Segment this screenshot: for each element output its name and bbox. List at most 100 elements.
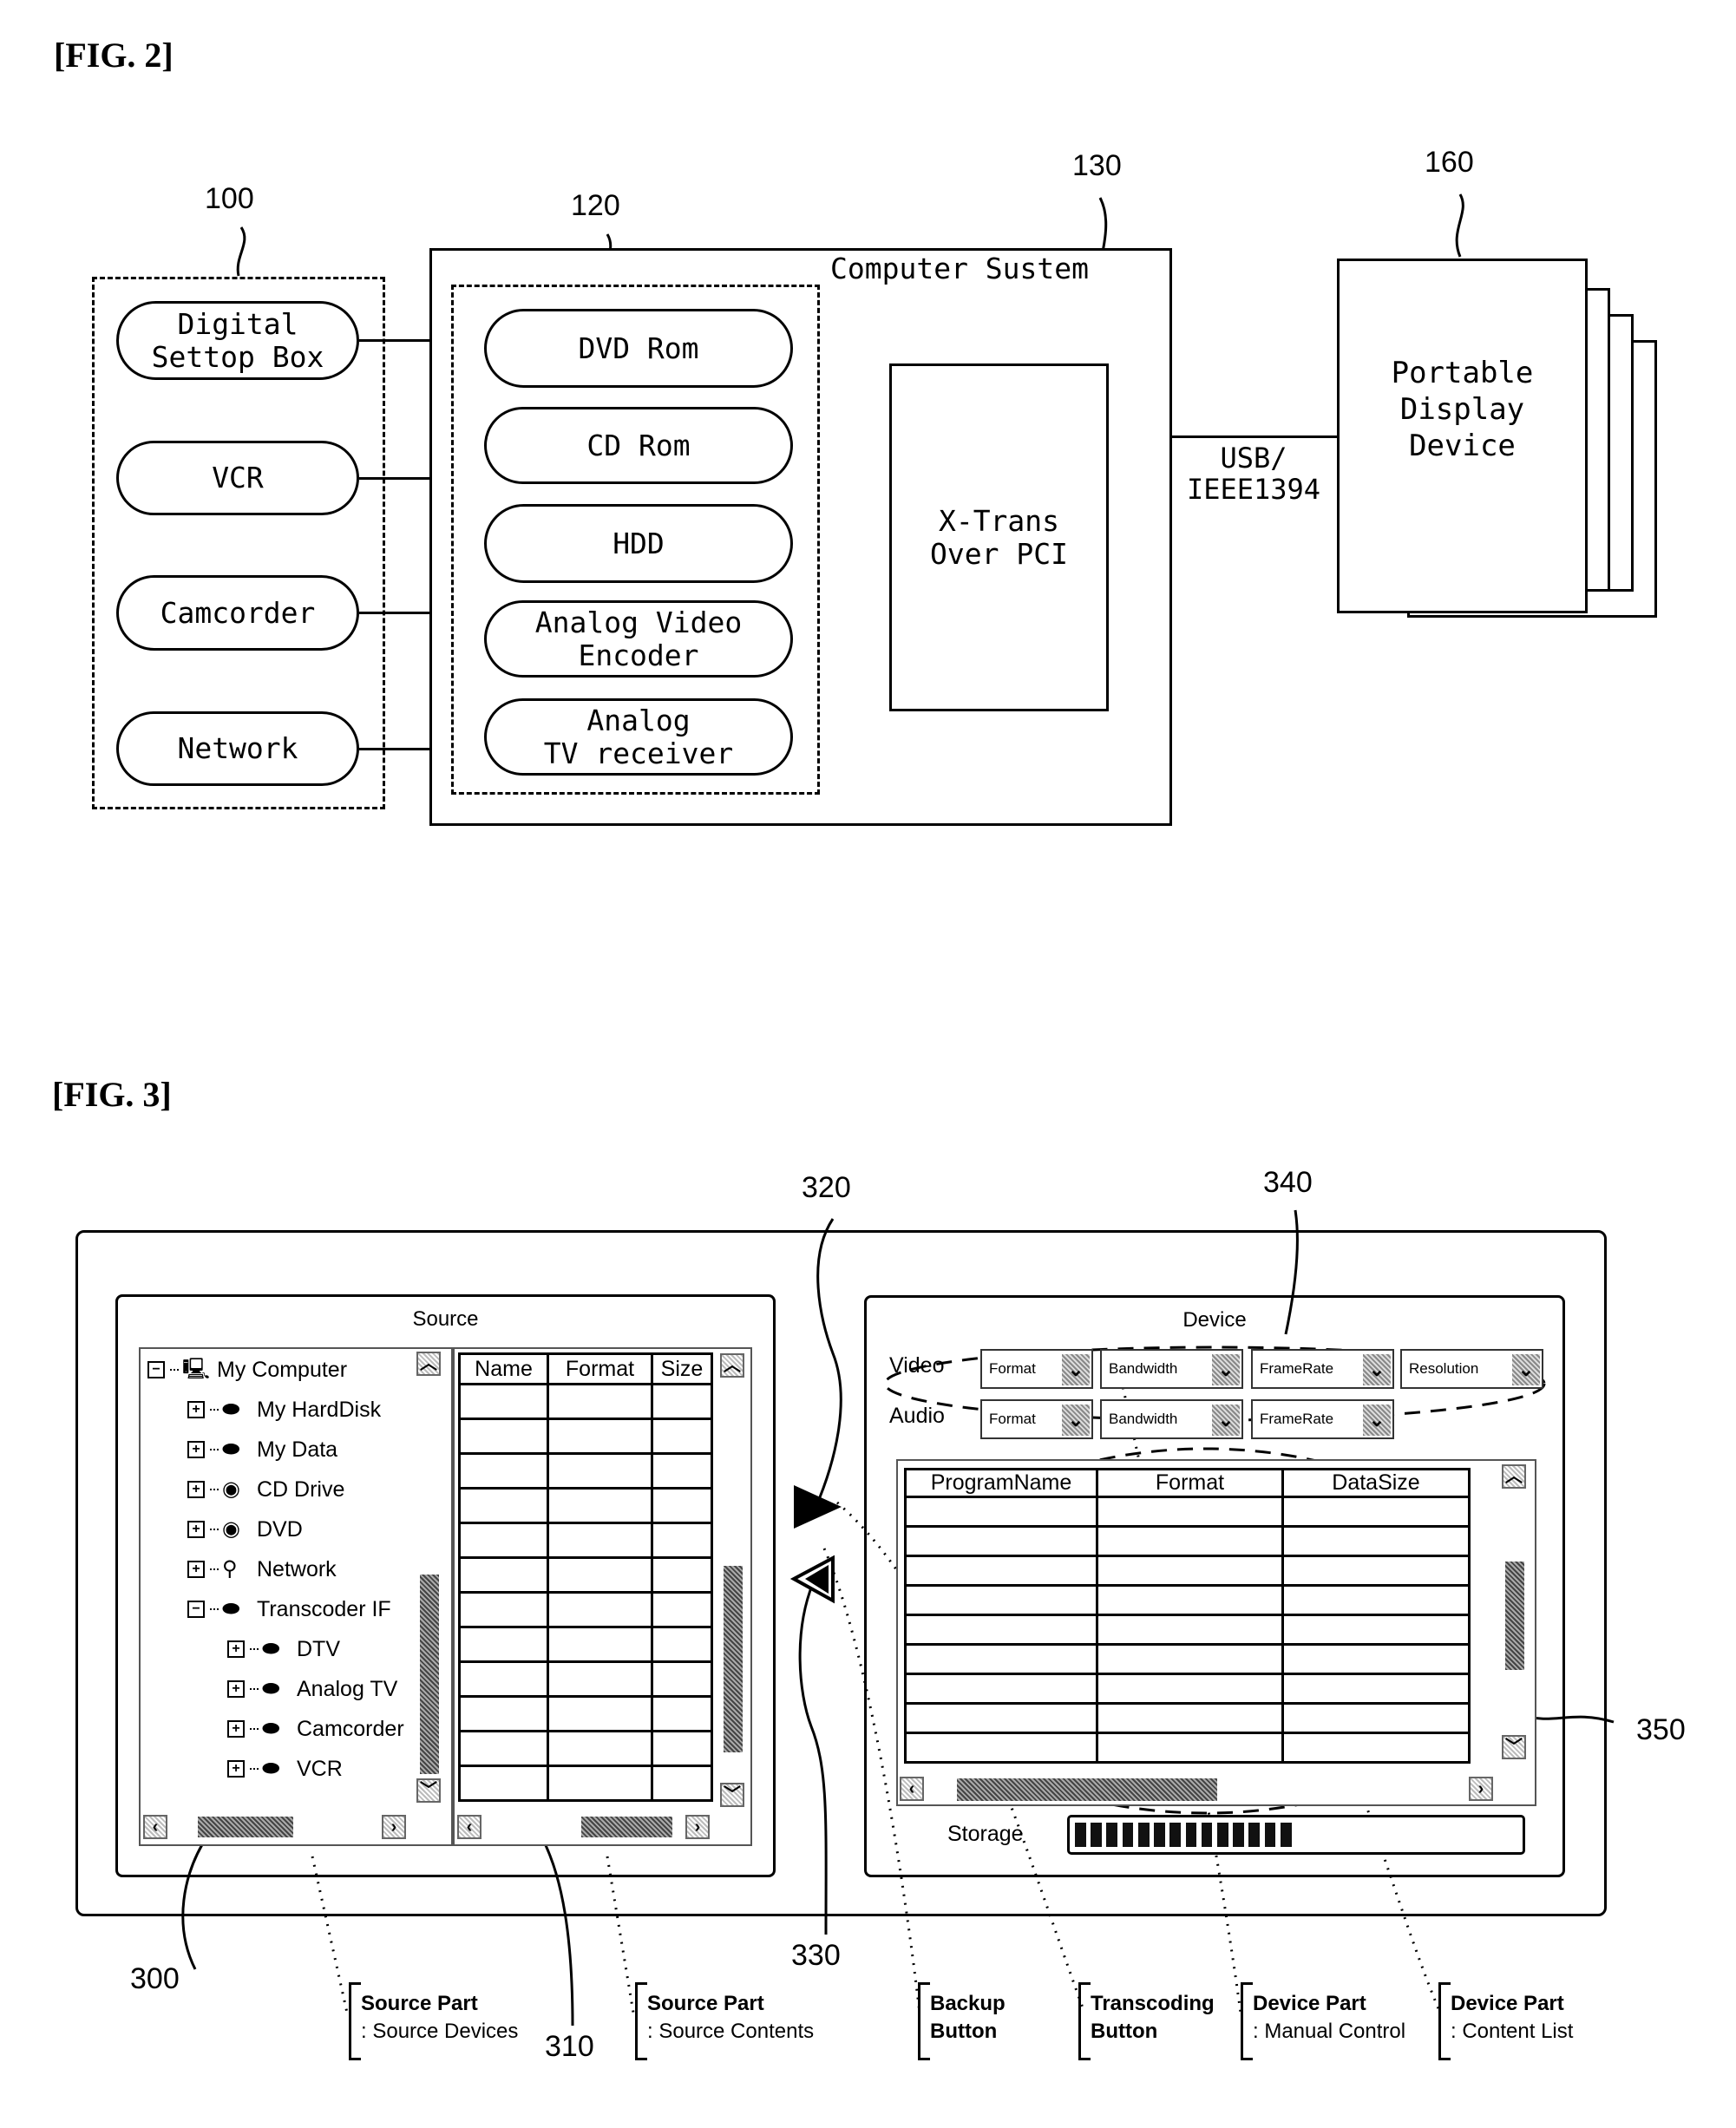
select-value: FrameRate [1260, 1360, 1334, 1377]
audio-bandwidth-select[interactable]: Bandwidth ⌄ [1100, 1399, 1243, 1439]
table-row[interactable] [458, 1591, 713, 1628]
table-row[interactable] [904, 1732, 1471, 1764]
tree-scroll-up-button[interactable]: ︿ [416, 1352, 441, 1376]
collapse-icon[interactable]: − [147, 1361, 165, 1378]
table-row[interactable] [904, 1702, 1471, 1734]
chevron-down-icon[interactable]: ⌄ [1212, 1354, 1240, 1385]
tree-hscroll-thumb[interactable] [198, 1817, 293, 1837]
content-scroll-down-button[interactable]: ﹀ [1502, 1735, 1526, 1759]
chevron-down-icon[interactable]: ⌄ [1062, 1354, 1090, 1385]
table-row[interactable] [904, 1643, 1471, 1675]
table-row[interactable] [458, 1452, 713, 1490]
source-panel-title: Source [412, 1307, 479, 1331]
table-row[interactable] [458, 1522, 713, 1559]
tree-vscroll-thumb[interactable] [420, 1575, 439, 1774]
table-row[interactable] [904, 1496, 1471, 1528]
column-header[interactable]: Name [458, 1352, 549, 1385]
column-header[interactable]: ProgramName [904, 1468, 1098, 1498]
content-scroll-up-button[interactable]: ︿ [1502, 1464, 1526, 1489]
tree-item[interactable]: + ⬬ Camcorder [227, 1714, 404, 1744]
tree-item[interactable]: + ⬬ Analog TV [227, 1674, 397, 1704]
device-dvd-rom: DVD Rom [484, 309, 793, 388]
table-row[interactable] [458, 1626, 713, 1663]
device-analog-video-encoder: Analog Video Encoder [484, 600, 793, 678]
column-header[interactable]: Format [547, 1352, 653, 1385]
source-network: Network [116, 711, 359, 786]
expand-icon[interactable]: + [187, 1561, 205, 1578]
table-row[interactable] [458, 1556, 713, 1594]
table-row[interactable] [458, 1418, 713, 1455]
tree-item[interactable]: + ◉ DVD [187, 1515, 303, 1544]
tree-item[interactable]: + ⬬ My HardDisk [187, 1395, 381, 1424]
chevron-down-icon[interactable]: ⌄ [1363, 1404, 1391, 1436]
content-scroll-left-button[interactable]: ‹ [900, 1777, 924, 1801]
tree-item[interactable]: − ⬬ Transcoder IF [187, 1594, 391, 1624]
ref-340: 340 [1263, 1166, 1313, 1199]
callout-subtitle: : Manual Control [1253, 2020, 1406, 2043]
ref-100: 100 [205, 182, 254, 215]
video-bandwidth-select[interactable]: Bandwidth ⌄ [1100, 1349, 1243, 1389]
tree-item[interactable]: + ⚲ Network [187, 1555, 337, 1584]
table-row[interactable] [904, 1525, 1471, 1557]
content-scroll-right-button[interactable]: › [1469, 1777, 1493, 1801]
chevron-down-icon[interactable]: ⌄ [1363, 1354, 1391, 1385]
fig3-title: [FIG. 3] [52, 1075, 172, 1114]
table-cell [651, 1765, 713, 1802]
expand-icon[interactable]: + [227, 1760, 245, 1778]
transcoding-button[interactable] [794, 1485, 842, 1529]
device-analog-tv-receiver: Analog TV receiver [484, 698, 793, 776]
table-cell [547, 1660, 653, 1698]
storage-fill-segment [1201, 1823, 1213, 1847]
expand-icon[interactable]: + [187, 1441, 205, 1458]
column-header[interactable]: Size [651, 1352, 713, 1385]
table-row[interactable] [458, 1765, 713, 1802]
table-row[interactable] [458, 1383, 713, 1420]
device-hdd: HDD [484, 504, 793, 583]
table-row[interactable] [458, 1660, 713, 1698]
content-vscroll-thumb[interactable] [1505, 1562, 1524, 1670]
expand-icon[interactable]: + [227, 1640, 245, 1658]
contents-scroll-left-button[interactable]: ‹ [457, 1815, 481, 1839]
chevron-down-icon[interactable]: ⌄ [1062, 1404, 1090, 1436]
column-header[interactable]: DataSize [1281, 1468, 1471, 1498]
table-row[interactable] [904, 1614, 1471, 1646]
contents-scroll-up-button[interactable]: ︿ [720, 1353, 744, 1378]
expand-icon[interactable]: + [187, 1401, 205, 1418]
contents-vscroll-thumb[interactable] [724, 1566, 743, 1752]
chevron-down-icon[interactable]: ⌄ [1212, 1404, 1240, 1436]
storage-fill-segment [1280, 1823, 1292, 1847]
video-framerate-select[interactable]: FrameRate ⌄ [1251, 1349, 1394, 1389]
tree-item[interactable]: + ⬬ VCR [227, 1754, 343, 1784]
table-cell [547, 1695, 653, 1732]
table-row[interactable] [458, 1487, 713, 1524]
x-trans-box: X-Trans Over PCI [889, 363, 1109, 711]
table-row[interactable] [904, 1555, 1471, 1587]
content-hscroll-thumb[interactable] [957, 1778, 1217, 1801]
expand-icon[interactable]: + [187, 1481, 205, 1498]
audio-format-select[interactable]: Format ⌄ [980, 1399, 1093, 1439]
expand-icon[interactable]: + [227, 1720, 245, 1738]
tree-item[interactable]: + ◉ CD Drive [187, 1475, 344, 1504]
tree-scroll-right-button[interactable]: › [382, 1815, 406, 1839]
tree-scroll-down-button[interactable]: ﹀ [416, 1778, 441, 1803]
chevron-down-icon[interactable]: ⌄ [1512, 1354, 1540, 1385]
tree-item[interactable]: + ⬬ DTV [227, 1634, 340, 1664]
table-row[interactable] [904, 1673, 1471, 1705]
contents-scroll-right-button[interactable]: › [685, 1815, 710, 1839]
table-row[interactable] [458, 1730, 713, 1767]
collapse-icon[interactable]: − [187, 1601, 205, 1618]
select-value: Format [989, 1411, 1036, 1427]
tree-item[interactable]: − 🖳 My Computer [147, 1355, 347, 1385]
expand-icon[interactable]: + [227, 1680, 245, 1698]
table-row[interactable] [458, 1695, 713, 1732]
contents-hscroll-thumb[interactable] [581, 1817, 672, 1837]
tree-item[interactable]: + ⬬ My Data [187, 1435, 337, 1464]
column-header[interactable]: Format [1096, 1468, 1284, 1498]
audio-framerate-select[interactable]: FrameRate ⌄ [1251, 1399, 1394, 1439]
table-row[interactable] [904, 1584, 1471, 1616]
video-format-select[interactable]: Format ⌄ [980, 1349, 1093, 1389]
video-resolution-select[interactable]: Resolution ⌄ [1400, 1349, 1543, 1389]
contents-scroll-down-button[interactable]: ﹀ [720, 1783, 744, 1807]
tree-scroll-left-button[interactable]: ‹ [143, 1815, 167, 1839]
expand-icon[interactable]: + [187, 1521, 205, 1538]
